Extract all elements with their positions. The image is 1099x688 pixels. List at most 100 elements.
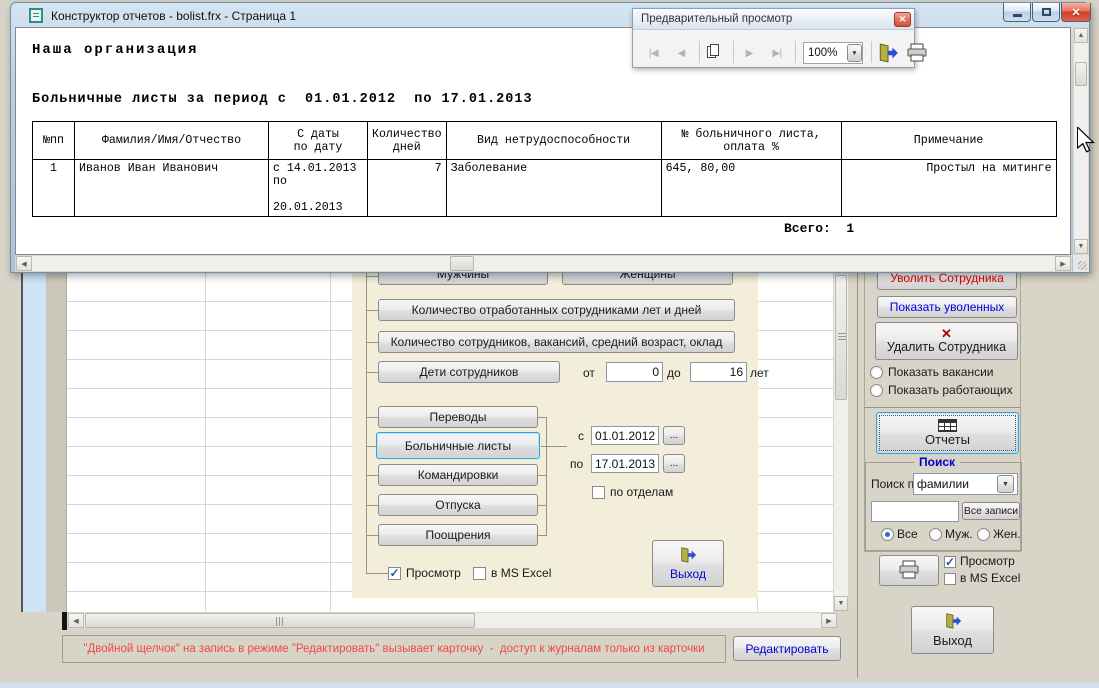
by-departments-checkbox[interactable] bbox=[592, 486, 605, 499]
preview-vscroll-thumb[interactable] bbox=[1075, 62, 1087, 86]
zoom-value: 100% bbox=[808, 47, 838, 59]
scroll-left-icon: ◀ bbox=[21, 260, 27, 268]
main-exit-button[interactable]: Выход bbox=[911, 606, 994, 654]
header-cell: Вид нетрудоспособности bbox=[445, 121, 662, 160]
reports-button[interactable]: Отчеты bbox=[876, 412, 1019, 454]
report-staff-stats-button[interactable]: Количество сотрудников, вакансий, средни… bbox=[378, 331, 735, 353]
scroll-down-icon: ▼ bbox=[837, 600, 845, 607]
tree-line bbox=[366, 372, 378, 373]
first-page-icon: |◀ bbox=[648, 47, 658, 59]
preview-scroll-up-button[interactable]: ▲ bbox=[1074, 28, 1088, 43]
right-excel-checkbox[interactable] bbox=[944, 573, 956, 585]
restore-icon bbox=[1041, 8, 1051, 16]
edit-button[interactable]: Редактировать bbox=[733, 636, 841, 661]
toolbar-close-button[interactable]: ✕ bbox=[894, 12, 911, 27]
age-from-input[interactable] bbox=[606, 362, 663, 382]
main-scroll-left-button[interactable]: ◀ bbox=[68, 613, 84, 628]
search-field-value: фамилии bbox=[917, 477, 969, 491]
label: Выход bbox=[933, 633, 972, 648]
first-page-button[interactable]: |◀ bbox=[641, 43, 665, 63]
toolbar-separator bbox=[795, 41, 796, 63]
date-from-input[interactable] bbox=[591, 426, 659, 445]
filter-all-radio[interactable] bbox=[881, 528, 894, 541]
report-trips-button[interactable]: Командировки bbox=[378, 464, 538, 486]
show-vacancies-radio[interactable] bbox=[870, 366, 883, 379]
minimize-button[interactable] bbox=[1003, 3, 1031, 22]
zoom-combo[interactable]: 100% ▼ bbox=[803, 42, 863, 64]
tree-line bbox=[538, 475, 546, 476]
tree-line bbox=[538, 505, 546, 506]
filter-male-radio[interactable] bbox=[929, 528, 942, 541]
page-layout-button[interactable] bbox=[707, 44, 720, 59]
tree-line bbox=[366, 417, 378, 418]
panel-excel-checkbox[interactable] bbox=[473, 567, 486, 580]
label: Количество отработанных сотрудниками лет… bbox=[411, 303, 702, 317]
hint-box: "Двойной щелчок" на запись в режиме "Ред… bbox=[62, 635, 726, 663]
table-icon bbox=[938, 419, 957, 432]
exit-door-icon bbox=[678, 546, 698, 567]
data-cell: Простыл на митинге bbox=[840, 159, 1057, 217]
right-preview-checkbox[interactable]: ✓ bbox=[944, 556, 956, 568]
zoom-dropdown-button[interactable]: ▼ bbox=[847, 44, 862, 62]
resize-grip[interactable] bbox=[1073, 255, 1089, 272]
print-button[interactable] bbox=[879, 555, 939, 586]
filter-female-radio[interactable] bbox=[977, 528, 990, 541]
resize-grip-icon bbox=[1078, 261, 1087, 270]
main-scroll-right-button[interactable]: ▶ bbox=[821, 613, 837, 628]
panel-preview-checkbox[interactable]: ✓ bbox=[388, 567, 401, 580]
age-to-label: до bbox=[667, 366, 681, 380]
combo-dropdown-button[interactable]: ▼ bbox=[997, 475, 1014, 493]
check-icon: ✓ bbox=[389, 566, 400, 580]
date-to-picker-button[interactable]: ... bbox=[663, 454, 685, 473]
preview-toolbar: Предварительный просмотр ✕ |◀ ◀ ▶ ▶| 100… bbox=[632, 8, 927, 69]
tree-line bbox=[538, 535, 546, 536]
main-hscrollbar[interactable]: ◀ ▶ bbox=[67, 612, 838, 629]
header-cell: Фамилия/Имя/Отчество bbox=[74, 121, 269, 160]
preview-scroll-right-button[interactable]: ▶ bbox=[1055, 256, 1071, 271]
printer-icon bbox=[897, 560, 921, 582]
toolbar-print-button[interactable] bbox=[905, 43, 929, 67]
label: Показать уволенных bbox=[889, 300, 1005, 314]
report-children-button[interactable]: Дети сотрудников bbox=[378, 361, 560, 383]
next-page-button[interactable]: ▶ bbox=[737, 43, 761, 63]
panel-exit-button[interactable]: Выход bbox=[652, 540, 724, 587]
scroll-left-icon: ◀ bbox=[73, 617, 79, 625]
date-to-input[interactable] bbox=[591, 454, 659, 473]
report-vacations-button[interactable]: Отпуска bbox=[378, 494, 538, 516]
search-field-combo[interactable]: фамилии ▼ bbox=[913, 473, 1018, 495]
preview-hscroll-thumb[interactable] bbox=[450, 256, 474, 271]
preview-hscrollbar[interactable]: ◀ ▶ bbox=[15, 255, 1072, 272]
date-from-picker-button[interactable]: ... bbox=[663, 426, 685, 445]
all-records-button[interactable]: Все записи bbox=[962, 502, 1020, 520]
prev-page-button[interactable]: ◀ bbox=[669, 43, 693, 63]
date-to-label: по bbox=[570, 457, 584, 471]
age-to-input[interactable] bbox=[690, 362, 747, 382]
exit-door-icon bbox=[879, 43, 898, 63]
right-panel-separator bbox=[864, 407, 1021, 408]
label: Отчеты bbox=[925, 432, 970, 447]
preview-scroll-left-button[interactable]: ◀ bbox=[16, 256, 32, 271]
report-years-days-button[interactable]: Количество отработанных сотрудниками лет… bbox=[378, 299, 735, 321]
report-rewards-button[interactable]: Поощрения bbox=[378, 524, 538, 546]
scroll-up-icon: ▲ bbox=[1077, 32, 1085, 39]
delete-employee-button[interactable]: ✕ Удалить Сотрудника bbox=[875, 322, 1018, 360]
data-cell: Заболевание bbox=[445, 159, 662, 217]
data-cell: 1 bbox=[32, 159, 75, 217]
grid-vscroll-thumb[interactable] bbox=[835, 275, 847, 400]
grid-scroll-down-button[interactable]: ▼ bbox=[834, 596, 848, 611]
last-page-button[interactable]: ▶| bbox=[765, 43, 789, 63]
report-sick-lists-button[interactable]: Больничные листы bbox=[376, 432, 540, 459]
label: Уволить Сотрудника bbox=[890, 271, 1004, 285]
main-hscroll-thumb[interactable] bbox=[85, 613, 475, 628]
tree-line bbox=[366, 310, 378, 311]
header-cell: № больничного листа, оплата % bbox=[660, 121, 842, 160]
close-button[interactable]: ✕ bbox=[1061, 3, 1091, 22]
show-working-radio[interactable] bbox=[870, 384, 883, 397]
search-input[interactable] bbox=[871, 501, 959, 522]
close-preview-button[interactable] bbox=[877, 42, 899, 69]
grid-vscrollbar[interactable]: ▼ bbox=[833, 273, 849, 612]
preview-scroll-down-button[interactable]: ▼ bbox=[1074, 239, 1088, 254]
show-fired-button[interactable]: Показать уволенных bbox=[877, 296, 1017, 318]
restore-button[interactable] bbox=[1032, 3, 1060, 22]
report-transfers-button[interactable]: Переводы bbox=[378, 406, 538, 428]
